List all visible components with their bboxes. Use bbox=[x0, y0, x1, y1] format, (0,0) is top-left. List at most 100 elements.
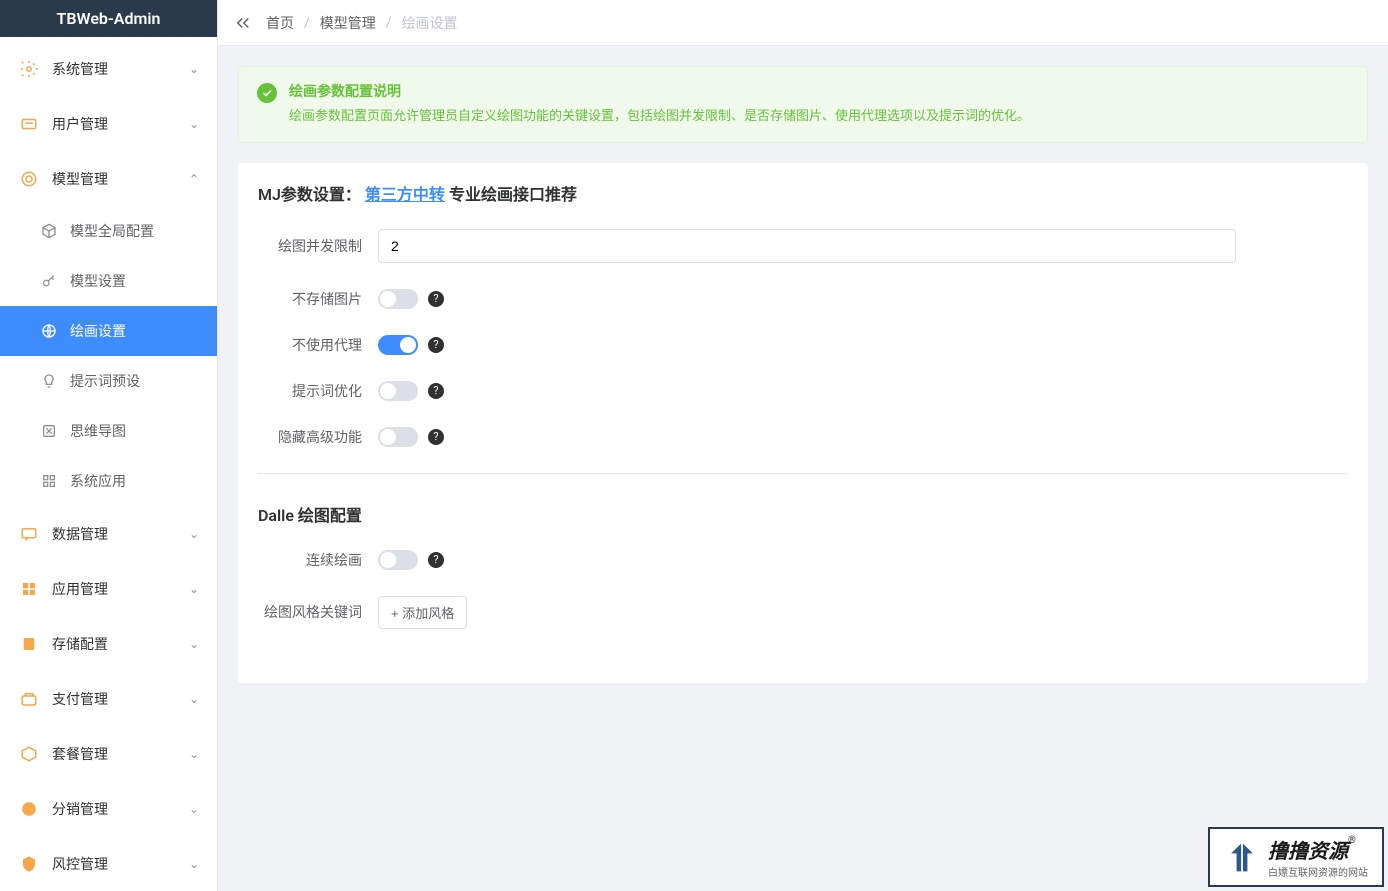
no-proxy-label: 不使用代理 bbox=[258, 335, 378, 355]
key-icon bbox=[40, 272, 58, 290]
topbar: 首页 / 模型管理 / 绘画设置 bbox=[218, 0, 1388, 46]
sidebar-item-storage[interactable]: 存储配置 ⌄ bbox=[0, 616, 217, 671]
sidebar-item-model[interactable]: 模型管理 ⌃ bbox=[0, 151, 217, 206]
watermark-logo-icon bbox=[1224, 839, 1260, 875]
style-label: 绘图风格关键词 bbox=[258, 602, 378, 622]
help-icon[interactable]: ? bbox=[428, 383, 444, 399]
third-party-link[interactable]: 第三方中转 bbox=[365, 181, 445, 205]
prompt-opt-switch[interactable] bbox=[378, 381, 418, 401]
breadcrumb-item[interactable]: 模型管理 bbox=[320, 13, 376, 33]
prompt-opt-label: 提示词优化 bbox=[258, 381, 378, 401]
main-area: 首页 / 模型管理 / 绘画设置 绘画参数配置说明 绘画参数配置页面允许管理员自… bbox=[218, 0, 1388, 891]
concurrency-input[interactable] bbox=[378, 229, 1236, 263]
breadcrumb: 首页 / 模型管理 / 绘画设置 bbox=[266, 13, 458, 33]
settings-card: MJ参数设置： 第三方中转 专业绘画接口推荐 绘图并发限制 不存储图片 ? bbox=[238, 163, 1368, 683]
content-area: 绘画参数配置说明 绘画参数配置页面允许管理员自定义绘图功能的关键设置，包括绘图并… bbox=[218, 46, 1388, 891]
sidebar-item-payment[interactable]: 支付管理 ⌄ bbox=[0, 671, 217, 726]
send-icon bbox=[18, 798, 40, 820]
info-alert: 绘画参数配置说明 绘画参数配置页面允许管理员自定义绘图功能的关键设置，包括绘图并… bbox=[238, 66, 1368, 143]
sidebar-item-label: 系统管理 bbox=[52, 59, 189, 79]
globe-icon bbox=[40, 322, 58, 340]
submenu-label: 模型全局配置 bbox=[70, 221, 154, 241]
breadcrumb-item-current: 绘画设置 bbox=[402, 13, 458, 33]
sidebar: TBWeb-Admin 系统管理 ⌄ 用户管理 ⌄ 模型管理 ⌃ 模型全局配置 bbox=[0, 0, 218, 891]
no-store-label: 不存储图片 bbox=[258, 289, 378, 309]
sidebar-item-package[interactable]: 套餐管理 ⌄ bbox=[0, 726, 217, 781]
submenu-item-prompt[interactable]: 提示词预设 bbox=[0, 356, 217, 406]
continuous-switch[interactable] bbox=[378, 550, 418, 570]
sidebar-item-label: 套餐管理 bbox=[52, 744, 189, 764]
sidebar-item-label: 存储配置 bbox=[52, 634, 189, 654]
submenu-item-settings[interactable]: 模型设置 bbox=[0, 256, 217, 306]
chevron-down-icon: ⌄ bbox=[189, 637, 199, 651]
sidebar-item-label: 数据管理 bbox=[52, 524, 189, 544]
sidebar-item-label: 支付管理 bbox=[52, 689, 189, 709]
sidebar-item-risk[interactable]: 风控管理 ⌄ bbox=[0, 836, 217, 891]
chevron-down-icon: ⌄ bbox=[189, 747, 199, 761]
gear-icon bbox=[18, 58, 40, 80]
storage-icon bbox=[18, 633, 40, 655]
watermark-title: 撸撸资源 bbox=[1268, 835, 1348, 864]
submenu-item-mindmap[interactable]: 思维导图 bbox=[0, 406, 217, 456]
help-icon[interactable]: ? bbox=[428, 337, 444, 353]
submenu-model: 模型全局配置 模型设置 绘画设置 提示词预设 思维导图 bbox=[0, 206, 217, 506]
help-icon[interactable]: ? bbox=[428, 429, 444, 445]
divider bbox=[258, 473, 1348, 474]
mj-section-title: MJ参数设置： 第三方中转 专业绘画接口推荐 bbox=[258, 181, 1348, 205]
watermark-reg: ® bbox=[1348, 835, 1356, 846]
chevron-down-icon: ⌄ bbox=[189, 62, 199, 76]
sidebar-item-label: 风控管理 bbox=[52, 854, 189, 874]
breadcrumb-item[interactable]: 首页 bbox=[266, 13, 294, 33]
app-logo: TBWeb-Admin bbox=[0, 0, 217, 37]
help-icon[interactable]: ? bbox=[428, 291, 444, 307]
sidebar-menu: 系统管理 ⌄ 用户管理 ⌄ 模型管理 ⌃ 模型全局配置 模型设 bbox=[0, 37, 217, 891]
chevron-down-icon: ⌄ bbox=[189, 802, 199, 816]
hide-advanced-switch[interactable] bbox=[378, 427, 418, 447]
submenu-label: 思维导图 bbox=[70, 421, 126, 441]
sidebar-item-label: 应用管理 bbox=[52, 579, 189, 599]
chat-icon bbox=[18, 523, 40, 545]
sidebar-item-distribution[interactable]: 分销管理 ⌄ bbox=[0, 781, 217, 836]
submenu-item-drawing[interactable]: 绘画设置 bbox=[0, 306, 217, 356]
submenu-label: 模型设置 bbox=[70, 271, 126, 291]
sidebar-item-label: 分销管理 bbox=[52, 799, 189, 819]
dalle-section-title: Dalle 绘图配置 bbox=[258, 502, 1348, 526]
continuous-label: 连续绘画 bbox=[258, 550, 378, 570]
chevron-down-icon: ⌄ bbox=[189, 117, 199, 131]
submenu-item-global[interactable]: 模型全局配置 bbox=[0, 206, 217, 256]
breadcrumb-separator: / bbox=[304, 15, 310, 31]
shield-icon bbox=[18, 853, 40, 875]
collapse-sidebar-button[interactable] bbox=[234, 14, 252, 32]
sidebar-item-label: 模型管理 bbox=[52, 169, 189, 189]
alert-description: 绘画参数配置页面允许管理员自定义绘图功能的关键设置，包括绘图并发限制、是否存储图… bbox=[289, 107, 1349, 128]
model-icon bbox=[18, 168, 40, 190]
sidebar-item-user[interactable]: 用户管理 ⌄ bbox=[0, 96, 217, 151]
chevron-down-icon: ⌄ bbox=[189, 527, 199, 541]
no-store-switch[interactable] bbox=[378, 289, 418, 309]
submenu-label: 系统应用 bbox=[70, 471, 126, 491]
hide-advanced-label: 隐藏高级功能 bbox=[258, 427, 378, 447]
alert-title: 绘画参数配置说明 bbox=[289, 81, 1349, 101]
chevron-down-icon: ⌄ bbox=[189, 857, 199, 871]
mindmap-icon bbox=[40, 422, 58, 440]
watermark-subtitle: 白嫖互联网资源的网站 bbox=[1268, 864, 1368, 879]
no-proxy-switch[interactable] bbox=[378, 335, 418, 355]
bulb-icon bbox=[40, 372, 58, 390]
add-style-button[interactable]: + 添加风格 bbox=[378, 596, 467, 629]
grid-icon bbox=[18, 578, 40, 600]
sidebar-item-app[interactable]: 应用管理 ⌄ bbox=[0, 561, 217, 616]
sidebar-item-system[interactable]: 系统管理 ⌄ bbox=[0, 41, 217, 96]
watermark: 撸撸资源 ® 白嫖互联网资源的网站 bbox=[1208, 827, 1384, 887]
sidebar-item-data[interactable]: 数据管理 ⌄ bbox=[0, 506, 217, 561]
apps-icon bbox=[40, 472, 58, 490]
submenu-label: 提示词预设 bbox=[70, 371, 140, 391]
breadcrumb-separator: / bbox=[386, 15, 392, 31]
submenu-label: 绘画设置 bbox=[70, 321, 126, 341]
user-icon bbox=[18, 113, 40, 135]
submenu-item-sysapp[interactable]: 系统应用 bbox=[0, 456, 217, 506]
chevron-down-icon: ⌄ bbox=[189, 692, 199, 706]
sidebar-item-label: 用户管理 bbox=[52, 114, 189, 134]
chevron-up-icon: ⌃ bbox=[189, 172, 199, 186]
help-icon[interactable]: ? bbox=[428, 552, 444, 568]
payment-icon bbox=[18, 688, 40, 710]
